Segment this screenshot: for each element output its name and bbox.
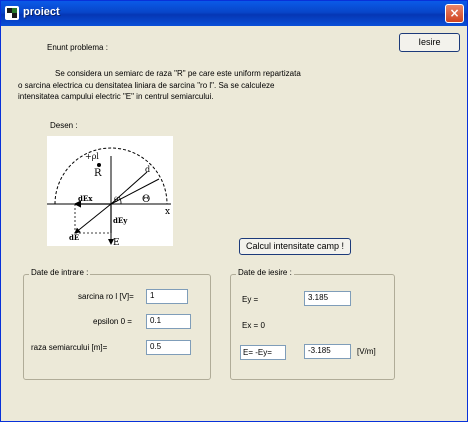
input-label-epsilon: epsilon 0 =: [93, 317, 132, 326]
ex-label: Ex = 0: [242, 321, 265, 330]
calculate-field-button[interactable]: Calcul intensitate camp !: [239, 238, 351, 255]
charge-input[interactable]: 1: [146, 289, 188, 304]
problem-heading: Enunt problema :: [47, 43, 108, 52]
epsilon-input[interactable]: 0.1: [146, 314, 191, 329]
e-output[interactable]: -3.185: [304, 344, 351, 359]
exit-button[interactable]: Iesire: [399, 33, 460, 52]
label-dE: dE: [69, 233, 79, 242]
close-button[interactable]: ×: [445, 4, 464, 23]
input-label-charge: sarcina ro l [V]=: [78, 292, 134, 301]
label-E: E: [113, 238, 120, 246]
main-window: proiect × Iesire Enunt problema : Se con…: [0, 0, 468, 422]
ey-label: Ey =: [242, 295, 259, 304]
label-q: +ρl: [85, 152, 99, 161]
e-unit-label: [V/m]: [357, 347, 376, 356]
drawing-label: Desen :: [50, 121, 78, 130]
e-label: E= -Ey=: [240, 345, 286, 360]
de-vector: [74, 203, 112, 234]
label-dEx: dEx: [78, 194, 93, 203]
problem-line-3: intensitatea campului electric "E" in ce…: [18, 92, 214, 101]
semiarc-diagram: +ρl R d θ Θ x dEx dEy dE E: [47, 136, 173, 248]
label-R: R: [94, 168, 102, 179]
window-title: proiect: [23, 6, 60, 18]
output-group-title: Date de iesire :: [236, 268, 294, 277]
ey-output[interactable]: 3.185: [304, 291, 351, 306]
app-icon: [5, 6, 19, 20]
label-theta-2: Θ: [142, 194, 150, 205]
problem-line-2: o sarcina electrica cu densitatea liniar…: [18, 81, 275, 90]
semiarc-diagram-svg: +ρl R d θ Θ x dEx dEy dE E: [47, 147, 171, 248]
title-bar[interactable]: proiect ×: [1, 1, 467, 26]
label-dEy: dEy: [113, 216, 128, 225]
charge-point: [97, 163, 101, 167]
input-group-title: Date de intrare :: [29, 268, 91, 277]
problem-line-1: Se considera un semiarc de raza "R" pe c…: [55, 69, 301, 78]
input-label-radius: raza semiarcului [m]=: [31, 343, 108, 352]
label-d: d: [145, 165, 150, 174]
radius-input[interactable]: 0.5: [146, 340, 191, 355]
label-x: x: [165, 207, 170, 217]
label-theta-1: θ: [114, 196, 118, 204]
